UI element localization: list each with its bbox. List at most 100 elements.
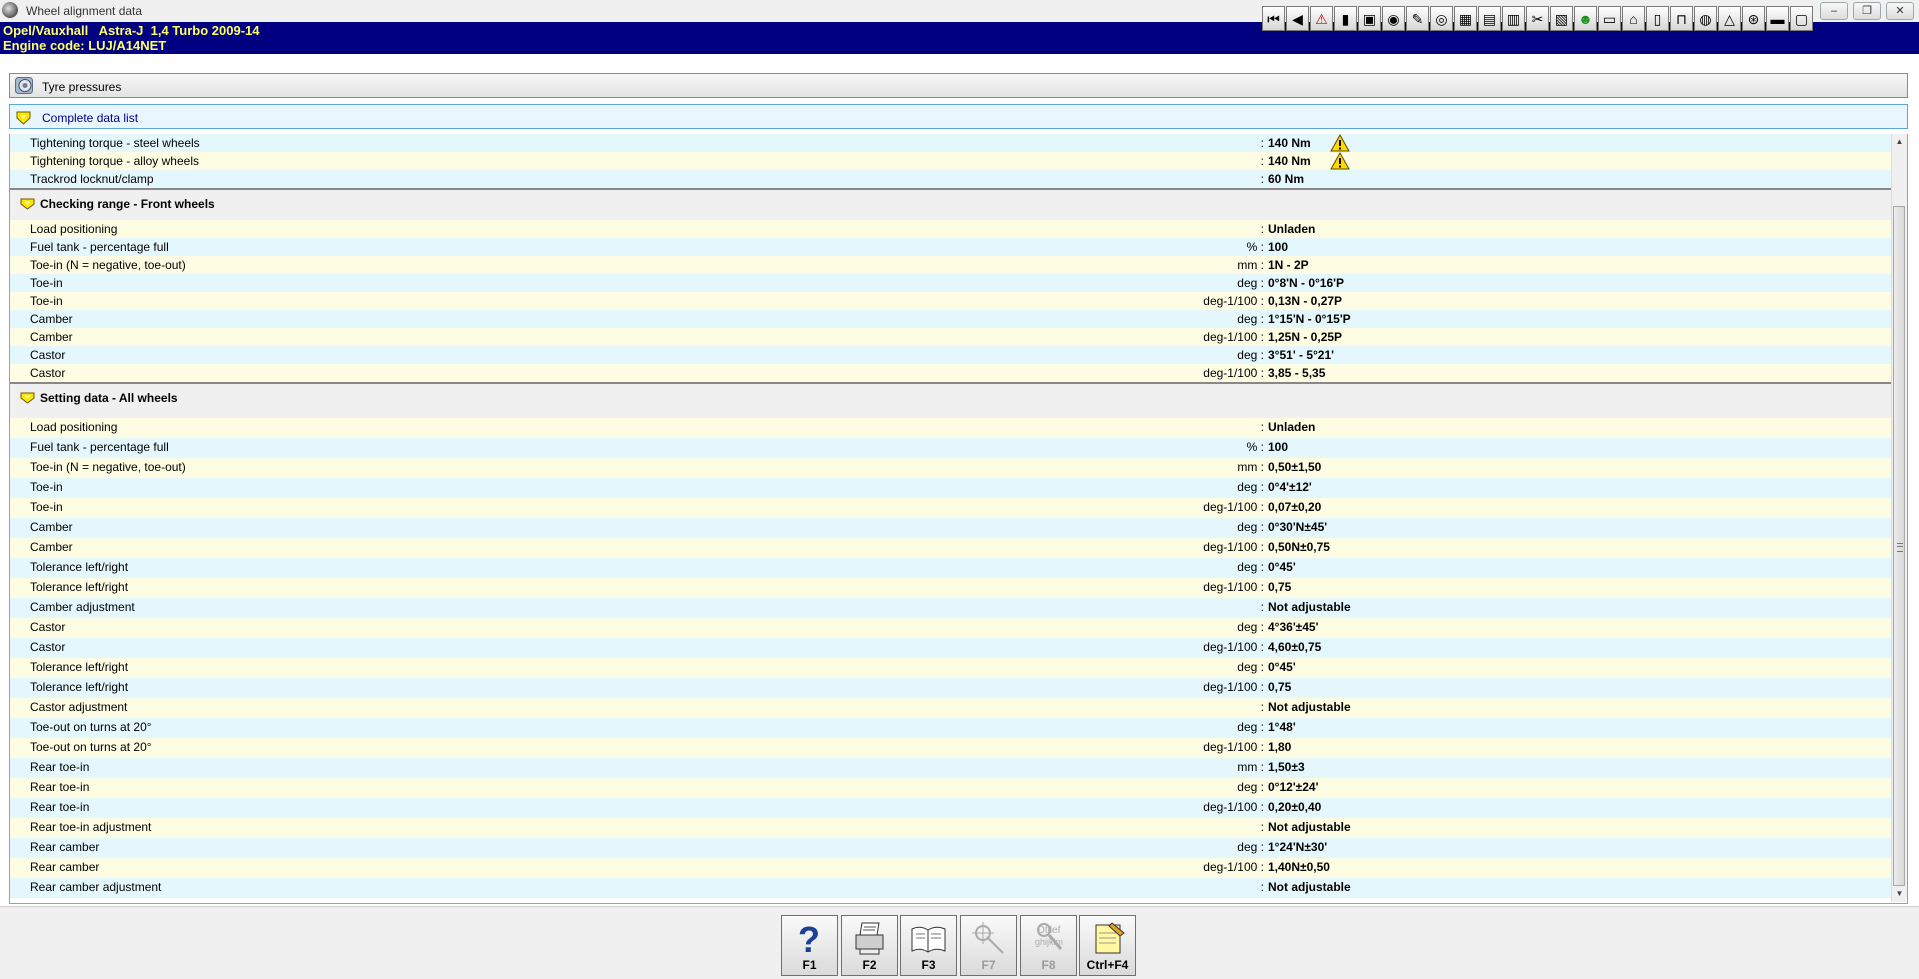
table-row: Rear toe-in mm : 1,50±3 — [10, 758, 1892, 778]
wheel-icon[interactable]: ◎ — [1430, 6, 1453, 31]
fuel-icon[interactable]: ◉ — [1382, 6, 1405, 31]
section-header[interactable]: Setting data - All wheels — [10, 382, 1892, 418]
complete-data-list-bar[interactable]: Complete data list — [9, 104, 1908, 129]
expand-arrow-icon — [16, 111, 31, 125]
table-row: Toe-in deg : 0°4'±12' — [10, 478, 1892, 498]
row-unit: deg-1/100 : — [1203, 580, 1264, 594]
row-label: Camber adjustment — [30, 600, 135, 614]
row-unit: deg-1/100 : — [1203, 680, 1264, 694]
monitor-icon[interactable]: ▣ — [1358, 6, 1381, 31]
disc-icon[interactable]: ◍ — [1694, 6, 1717, 31]
steering-icon[interactable]: ⊛ — [1742, 6, 1765, 31]
close-button[interactable]: ✕ — [1886, 2, 1914, 20]
row-unit: mm : — [1237, 460, 1264, 474]
table-row: Camber deg : 0°30'N±45' — [10, 518, 1892, 538]
row-label: Castor — [30, 640, 66, 654]
row-label: Castor — [30, 348, 66, 362]
search-doc-icon: Dtilefghijklm — [1035, 923, 1063, 950]
row-value: 100 — [1268, 440, 1289, 454]
printer-icon — [855, 922, 884, 955]
row-label: Camber — [30, 330, 73, 344]
first-icon[interactable]: ⏮ — [1262, 6, 1285, 31]
row-label: Rear camber adjustment — [30, 880, 162, 894]
notes-button[interactable]: Ctrl+F4 — [1079, 915, 1136, 976]
car-lift-icon[interactable]: ⊓ — [1670, 6, 1693, 31]
table-row: Load positioning: Unladen — [10, 418, 1892, 438]
f8-button: Dtilef ghijklm F8 — [1020, 915, 1077, 976]
tools-icon — [972, 922, 1004, 954]
battery-icon[interactable]: ▮ — [1334, 6, 1357, 31]
table-row: Tolerance left/right deg : 0°45' — [10, 558, 1892, 578]
row-unit: deg : — [1237, 780, 1264, 794]
table-row: Toe-in deg-1/100 : 0,13N - 0,27P — [10, 292, 1892, 310]
table-row: Castor deg-1/100 : 3,85 - 5,35 — [10, 364, 1892, 382]
row-value: 0,13N - 0,27P — [1268, 294, 1343, 308]
row-label: Toe-in (N = negative, toe-out) — [30, 258, 186, 272]
row-label: Fuel tank - percentage full — [30, 240, 169, 254]
engine-icon[interactable]: ▦ — [1454, 6, 1477, 31]
scroll-down-icon[interactable]: ▼ — [1892, 886, 1907, 902]
function-key-bar: ? F1 F2 F3 F7 Dtilef ghijklm F8 Ctrl+F4 — [0, 906, 1919, 979]
row-value: 1°48' — [1268, 720, 1296, 734]
row-label: Tightening torque - steel wheels — [30, 136, 200, 150]
tyre-pressures-bar[interactable]: Tyre pressures — [9, 73, 1908, 98]
row-label: Trackrod locknut/clamp — [30, 172, 154, 186]
print-button[interactable]: F2 — [841, 915, 898, 976]
document-icon[interactable]: ▯ — [1646, 6, 1669, 31]
table-row: Rear camber adjustment: Not adjustable — [10, 878, 1892, 898]
expand-arrow-icon — [20, 198, 35, 210]
warning-icon[interactable]: ⚠ — [1310, 6, 1333, 31]
row-unit: deg : — [1237, 660, 1264, 674]
car-alt-icon[interactable]: ▬ — [1766, 6, 1789, 31]
table-row: Toe-in deg-1/100 : 0,07±0,20 — [10, 498, 1892, 518]
chart-icon[interactable]: ▤ — [1478, 6, 1501, 31]
car-side-icon[interactable]: ⌂ — [1622, 6, 1645, 31]
restore-button[interactable]: ❐ — [1853, 2, 1881, 20]
row-label: Tolerance left/right — [30, 560, 129, 574]
row-value: 0°45' — [1268, 560, 1296, 574]
table-row: Toe-in (N = negative, toe-out) mm : 0,50±1… — [10, 458, 1892, 478]
warning-triangle-icon[interactable] — [1330, 134, 1350, 152]
book-icon[interactable]: ▧ — [1550, 6, 1573, 31]
frog-icon[interactable]: ☻ — [1574, 6, 1597, 31]
row-unit: mm : — [1237, 760, 1264, 774]
back-icon[interactable]: ◀ — [1286, 6, 1309, 31]
airbag-icon[interactable]: △ — [1718, 6, 1741, 31]
row-value: Unladen — [1268, 420, 1316, 434]
warning-triangle-icon[interactable] — [1330, 152, 1350, 170]
expand-arrow-icon — [20, 392, 35, 404]
note-icon[interactable]: ▢ — [1790, 6, 1813, 31]
row-unit: deg-1/100 : — [1203, 800, 1264, 814]
row-unit: : — [1260, 136, 1264, 150]
help-button[interactable]: ? F1 — [781, 915, 838, 976]
scroll-thumb[interactable] — [1893, 206, 1905, 886]
section-header[interactable]: Checking range - Front wheels — [10, 188, 1892, 220]
car-front-icon[interactable]: ▭ — [1598, 6, 1621, 31]
minimize-button[interactable]: ‒ — [1820, 2, 1848, 20]
row-value: Not adjustable — [1268, 700, 1351, 714]
manual-button[interactable]: F3 — [900, 915, 957, 976]
open-book-icon — [911, 926, 946, 953]
key-icon[interactable]: ✎ — [1406, 6, 1429, 31]
row-value: 60 Nm — [1268, 172, 1305, 186]
scroll-up-icon[interactable]: ▲ — [1892, 134, 1907, 150]
row-unit: : — [1260, 880, 1264, 894]
table-row: Castor adjustment: Not adjustable — [10, 698, 1892, 718]
vehicle-name: Opel/Vauxhall Astra-J 1,4 Turbo 2009-14 — [3, 23, 260, 38]
table-row: Toe-out on turns at 20° deg : 1°48' — [10, 718, 1892, 738]
tyre-icon — [15, 77, 33, 94]
row-label: Camber — [30, 540, 73, 554]
filter-icon[interactable]: ▥ — [1502, 6, 1525, 31]
function-key-label: F3 — [921, 958, 936, 972]
row-unit: deg-1/100 : — [1203, 860, 1264, 874]
table-row: Rear toe-in adjustment: Not adjustable — [10, 818, 1892, 838]
row-unit: mm : — [1237, 258, 1264, 272]
row-unit: % : — [1246, 440, 1264, 454]
row-unit: deg-1/100 : — [1203, 294, 1264, 308]
vertical-scrollbar[interactable]: ▲ ▼ — [1891, 134, 1907, 902]
row-label: Toe-in — [30, 500, 63, 514]
row-label: Tolerance left/right — [30, 660, 129, 674]
row-unit: : — [1260, 700, 1264, 714]
tools-icon[interactable]: ✂ — [1526, 6, 1549, 31]
table-row: Camber adjustment: Not adjustable — [10, 598, 1892, 618]
